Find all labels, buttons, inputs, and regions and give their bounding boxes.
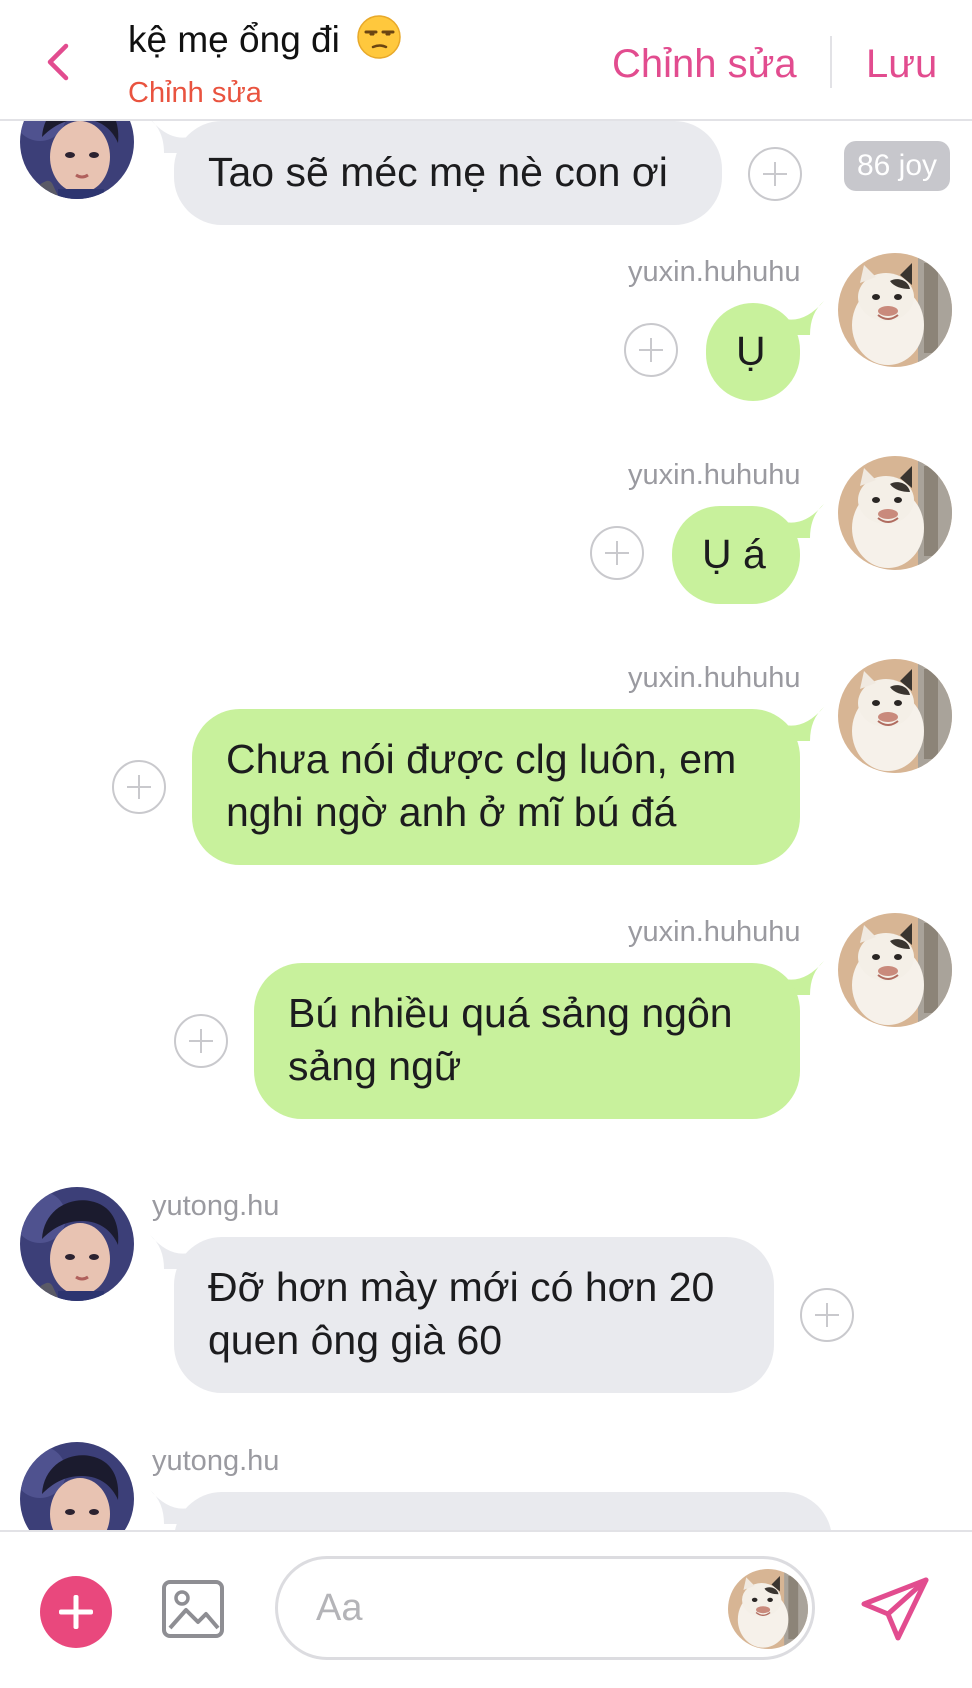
reaction-count-badge[interactable]: 86 joy: [844, 141, 950, 191]
add-reaction-button[interactable]: [748, 147, 802, 201]
sender-name: yutong.hu: [152, 1445, 280, 1477]
message-bubble[interactable]: Tao sẽ méc mẹ nè con ơi: [174, 121, 722, 225]
avatar[interactable]: [838, 659, 952, 773]
back-arrow-icon[interactable]: [40, 40, 76, 84]
message-bubble[interactable]: Bú nhiều quá sảng ngôn sảng ngữ: [254, 963, 800, 1119]
message-list[interactable]: Tao sẽ méc mẹ nè con ơi 86 joy yuxin.huh…: [0, 121, 972, 1530]
message-row: yutong.hu Đỡ hơn mày mới có hơn 20 quen …: [0, 1187, 972, 1393]
message-row: Tao sẽ méc mẹ nè con ơi 86 joy: [0, 121, 972, 231]
avatar[interactable]: [838, 253, 952, 367]
avatar[interactable]: [838, 456, 952, 570]
chat-title-text: kệ mẹ ổng đi: [128, 19, 340, 60]
send-icon[interactable]: [858, 1572, 934, 1648]
message-text-line: Chưa nói được clg luôn, em: [226, 736, 737, 782]
message-bubble[interactable]: Đỡ hơn mày mới có hơn 20 quen ông già 60: [174, 1237, 774, 1393]
add-reaction-button[interactable]: [174, 1014, 228, 1068]
message-text: Ụ: [736, 328, 766, 374]
image-icon[interactable]: [160, 1576, 226, 1642]
message-row: yutong.hu: [0, 1442, 972, 1530]
add-reaction-button[interactable]: [624, 323, 678, 377]
message-text-line: Đỡ hơn mày mới có hơn 20: [208, 1264, 715, 1310]
add-reaction-button[interactable]: [112, 760, 166, 814]
sender-name: yutong.hu: [152, 1190, 280, 1222]
message-row: yuxin.huhuhu Ụ á: [0, 456, 972, 626]
message-text-line: nghi ngờ anh ở mĩ bú đá: [226, 789, 677, 835]
message-bubble[interactable]: Chưa nói được clg luôn, em nghi ngờ anh …: [192, 709, 800, 865]
chat-subtitle[interactable]: Chỉnh sửa: [128, 77, 262, 110]
message-bubble[interactable]: Ụ á: [672, 506, 800, 604]
sender-name: yuxin.huhuhu: [628, 662, 801, 694]
chat-title: kệ mẹ ổng đi: [128, 14, 402, 61]
message-input[interactable]: [314, 1581, 678, 1635]
sender-name: yuxin.huhuhu: [628, 256, 801, 288]
message-bubble[interactable]: Ụ: [706, 303, 800, 401]
message-text-line: quen ông già 60: [208, 1317, 503, 1363]
message-row: yuxin.huhuhu Ụ: [0, 253, 972, 423]
message-text-line: sảng ngữ: [288, 1043, 462, 1089]
avatar[interactable]: [20, 1442, 134, 1530]
message-text-line: Bú nhiều quá sảng ngôn: [288, 990, 733, 1036]
message-bubble[interactable]: [174, 1492, 832, 1530]
plus-icon[interactable]: [40, 1576, 112, 1648]
add-reaction-button[interactable]: [590, 526, 644, 580]
avatar[interactable]: [20, 121, 134, 199]
add-reaction-button[interactable]: [800, 1288, 854, 1342]
chat-header: kệ mẹ ổng đi Chỉnh sửa Chỉnh sửa Lưu: [0, 0, 972, 121]
save-button[interactable]: Lưu: [866, 42, 937, 87]
message-text: Ụ á: [702, 531, 766, 577]
unamused-face-icon: [357, 15, 401, 59]
sender-name: yuxin.huhuhu: [628, 916, 801, 948]
message-text: Tao sẽ méc mẹ nè con ơi: [208, 149, 668, 195]
header-divider: [830, 36, 832, 88]
message-row: yuxin.huhuhu Chưa nói được clg luôn, em …: [0, 659, 972, 879]
avatar[interactable]: [838, 913, 952, 1027]
sticker-avatar-button[interactable]: [728, 1569, 808, 1649]
composer-bar: [0, 1530, 972, 1688]
edit-button[interactable]: Chỉnh sửa: [612, 42, 797, 87]
avatar[interactable]: [20, 1187, 134, 1301]
message-row: yuxin.huhuhu Bú nhiều quá sảng ngôn sảng…: [0, 913, 972, 1133]
message-field[interactable]: [275, 1556, 815, 1660]
sender-name: yuxin.huhuhu: [628, 459, 801, 491]
